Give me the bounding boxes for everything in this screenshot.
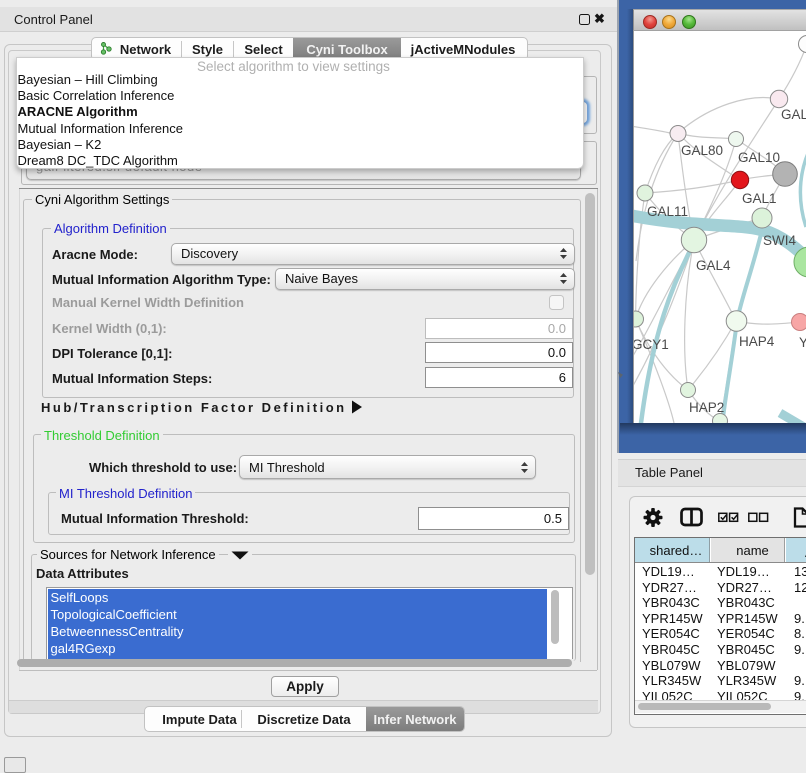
svg-text:HAP4: HAP4 — [739, 334, 775, 349]
svg-text:GAL1: GAL1 — [742, 191, 777, 206]
svg-text:GCY1: GCY1 — [634, 337, 669, 352]
svg-text:GAL80: GAL80 — [681, 143, 723, 158]
svg-text:GAL7: GAL7 — [781, 107, 806, 122]
svg-text:GAL10: GAL10 — [738, 150, 780, 165]
svg-text:GAL11: GAL11 — [647, 204, 688, 219]
svg-text:SWI4: SWI4 — [763, 233, 796, 248]
svg-text:Y: Y — [799, 335, 806, 350]
svg-text:HAP2: HAP2 — [689, 400, 724, 415]
svg-text:GAL4: GAL4 — [696, 258, 731, 273]
